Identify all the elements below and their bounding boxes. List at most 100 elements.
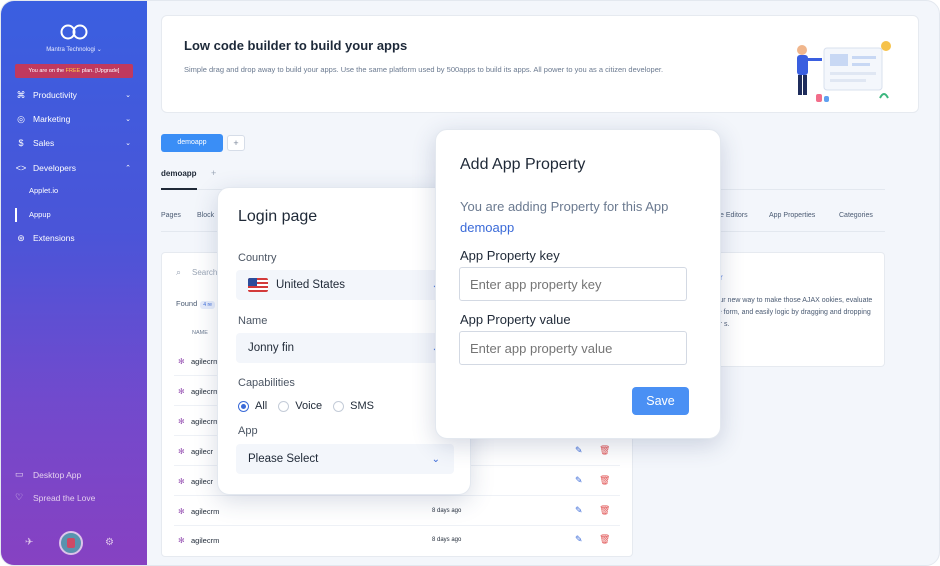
sidebar-item-label: Extensions [33, 233, 75, 243]
gear-icon[interactable]: ⚙ [105, 537, 114, 548]
bug-icon: ✻ [178, 357, 185, 366]
table-row[interactable]: ✻ agilecrm 8 days ago ✎ 🗑 [174, 496, 620, 526]
edit-icon[interactable]: ✎ [575, 505, 583, 516]
radio-unchecked-icon [333, 400, 345, 412]
rocket-icon[interactable]: ✈ [25, 537, 33, 548]
sidebar-item-label: Productivity [33, 90, 77, 100]
row-name: agilecrm [191, 357, 220, 366]
row-name: agilecr [191, 477, 214, 486]
country-value: United States [276, 279, 346, 291]
plan-banner: You are on the FREE plan. [Upgrade] [15, 64, 133, 78]
name-value: Jonny fin [248, 342, 295, 354]
sidebar-item-sales[interactable]: $ Sales ⌄ [15, 135, 133, 151]
property-key-input[interactable] [459, 267, 687, 301]
sidebar-item-label: Sales [33, 138, 55, 148]
app-select[interactable]: Please Select ⌄ [236, 444, 454, 474]
bug-icon: ✻ [178, 447, 185, 456]
search-icon: ⌕ [176, 267, 182, 277]
heart-icon: ♡ [15, 492, 24, 502]
chevron-down-icon: ⌄ [125, 140, 131, 147]
bug-icon: ✻ [178, 507, 185, 516]
company-switcher[interactable]: Mantra Technologi ⌄ [1, 46, 147, 53]
us-flag-icon [248, 278, 268, 292]
edit-icon[interactable]: ✎ [575, 445, 583, 456]
dialog-title: Add App Property [460, 156, 586, 173]
row-name: agilecrm [191, 507, 220, 516]
extensions-icon: ⊛ [17, 232, 25, 243]
country-label: Country [238, 252, 277, 264]
hero-banner: Low code builder to build your apps Simp… [161, 15, 919, 113]
bug-icon: ✻ [178, 536, 185, 545]
trash-icon[interactable]: 🗑 [599, 475, 610, 486]
desktop-app-link[interactable]: ▭ Desktop App [15, 469, 81, 480]
radio-label: Voice [295, 400, 323, 412]
radio-all[interactable]: All [238, 400, 267, 412]
description-text: You are adding Property for this App [460, 199, 669, 214]
country-select[interactable]: United States ⌄ [236, 270, 454, 300]
trash-icon[interactable]: 🗑 [599, 534, 610, 545]
sidebar-subitem-appup[interactable]: Appup [29, 210, 51, 219]
avatar[interactable] [59, 531, 83, 555]
found-label: Found [176, 299, 198, 308]
tab-editors[interactable]: e Editors [720, 212, 748, 219]
edit-icon[interactable]: ✎ [575, 475, 583, 486]
chevron-up-icon: ⌃ [125, 165, 131, 172]
edit-icon[interactable]: ✎ [575, 534, 583, 545]
search-input[interactable]: Search [192, 268, 217, 277]
dialog-description: You are adding Property for this App dem… [460, 196, 700, 238]
tab-categories[interactable]: Categories [839, 212, 873, 219]
active-indicator [15, 208, 17, 222]
row-date: 8 days ago [432, 508, 462, 514]
login-page-card: Login page Country United States ⌄ Name … [217, 187, 471, 495]
sidebar-subitem-appletio[interactable]: Applet.io [29, 186, 58, 195]
bug-icon: ✻ [178, 477, 185, 486]
found-badge: 4 re [200, 301, 215, 309]
radio-label: SMS [350, 400, 374, 412]
infinity-logo-icon [60, 24, 88, 40]
add-tab-button[interactable]: + [227, 135, 245, 151]
upgrade-link[interactable]: [Upgrade] [95, 68, 119, 74]
tab-app-properties[interactable]: App Properties [769, 212, 815, 219]
command-icon: ⌘ [16, 89, 26, 100]
target-icon: ◎ [17, 113, 25, 124]
bug-icon: ✻ [178, 417, 185, 426]
spread-love-link[interactable]: ♡ Spread the Love [15, 492, 95, 503]
tab-pages[interactable]: Pages [161, 212, 181, 219]
found-count: Found 4 re [176, 299, 215, 309]
app-frame: Mantra Technologi ⌄ You are on the FREE … [0, 0, 940, 566]
row-name: agilecrm [191, 536, 220, 545]
banner-description: Simple drag and drop away to build your … [184, 65, 664, 74]
app-title[interactable]: demoapp [161, 169, 197, 178]
radio-label: All [255, 400, 268, 412]
add-app-button[interactable]: + [211, 168, 216, 178]
name-field[interactable]: Jonny fin ⌄ [236, 333, 454, 363]
tab-blocks[interactable]: Block [197, 212, 214, 219]
builder-illustration-icon [797, 41, 891, 102]
property-value-input[interactable] [459, 331, 687, 365]
row-name: agilecr [191, 447, 214, 456]
table-row[interactable]: ✻ agilecrm 8 days ago ✎ 🗑 [174, 525, 620, 555]
trash-icon[interactable]: 🗑 [599, 445, 610, 456]
row-name: agilecrm [191, 417, 220, 426]
code-icon: <> [15, 163, 27, 173]
name-label: Name [238, 315, 268, 327]
app-label: App [238, 425, 258, 437]
sidebar-item-extensions[interactable]: ⊛ Extensions [15, 230, 133, 246]
trash-icon[interactable]: 🗑 [599, 505, 610, 516]
sidebar-item-marketing[interactable]: ◎ Marketing ⌄ [15, 111, 133, 127]
chevron-down-icon: ⌄ [125, 116, 131, 123]
plan-free: FREE [65, 68, 81, 74]
sidebar-item-productivity[interactable]: ⌘ Productivity ⌄ [15, 87, 133, 103]
tab-demoapp[interactable]: demoapp [161, 134, 223, 152]
app-name: demoapp [460, 220, 515, 235]
save-button[interactable]: Save [632, 387, 689, 415]
sidebar-item-developers[interactable]: <> Developers ⌃ [15, 160, 133, 176]
dollar-icon: $ [18, 138, 24, 148]
chevron-down-icon: ⌄ [431, 453, 440, 465]
radio-voice[interactable]: Voice [278, 400, 322, 412]
radio-sms[interactable]: SMS [333, 400, 374, 412]
banner-title: Low code builder to build your apps [184, 38, 408, 53]
capabilities-label: Capabilities [238, 377, 295, 389]
radio-checked-icon [238, 400, 249, 412]
sidebar: Mantra Technologi ⌄ You are on the FREE … [1, 1, 147, 565]
